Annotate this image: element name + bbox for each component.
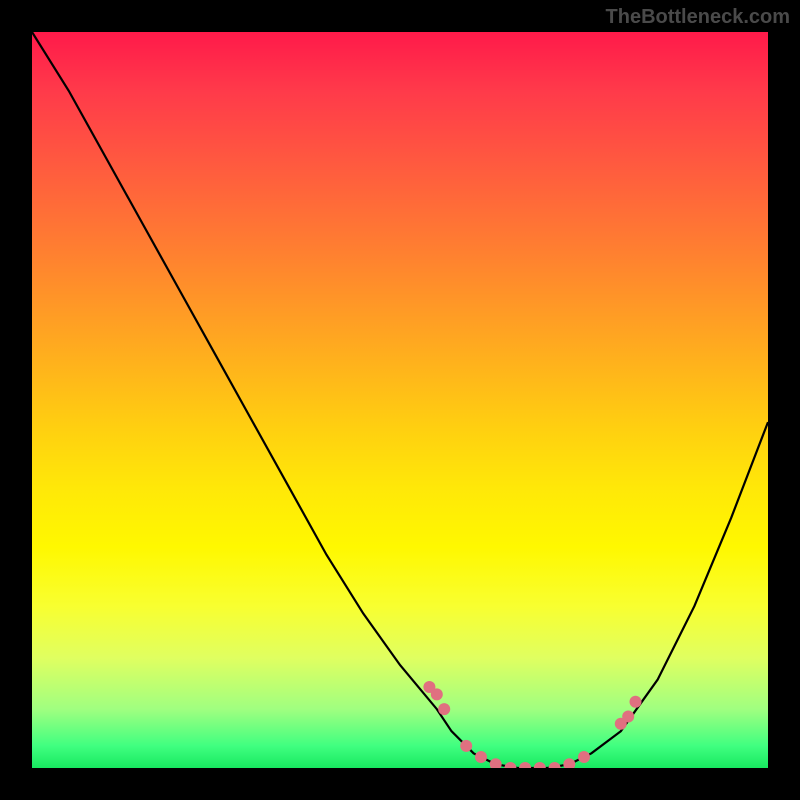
marker-point xyxy=(431,688,443,700)
marker-point xyxy=(460,740,472,752)
marker-point xyxy=(578,751,590,763)
marker-point xyxy=(563,758,575,768)
marker-point xyxy=(490,758,502,768)
marker-point xyxy=(438,703,450,715)
plot-area xyxy=(32,32,768,768)
marker-point xyxy=(504,762,516,768)
chart-container: TheBottleneck.com xyxy=(0,0,800,800)
marker-point xyxy=(475,751,487,763)
marker-point xyxy=(549,762,561,768)
watermark-text: TheBottleneck.com xyxy=(606,6,790,29)
marker-point xyxy=(519,762,531,768)
bottleneck-curve-line xyxy=(32,32,768,768)
marker-point xyxy=(630,696,642,708)
curve-svg xyxy=(32,32,768,768)
marker-point xyxy=(534,762,546,768)
marker-point xyxy=(622,711,634,723)
highlighted-markers xyxy=(423,681,641,768)
